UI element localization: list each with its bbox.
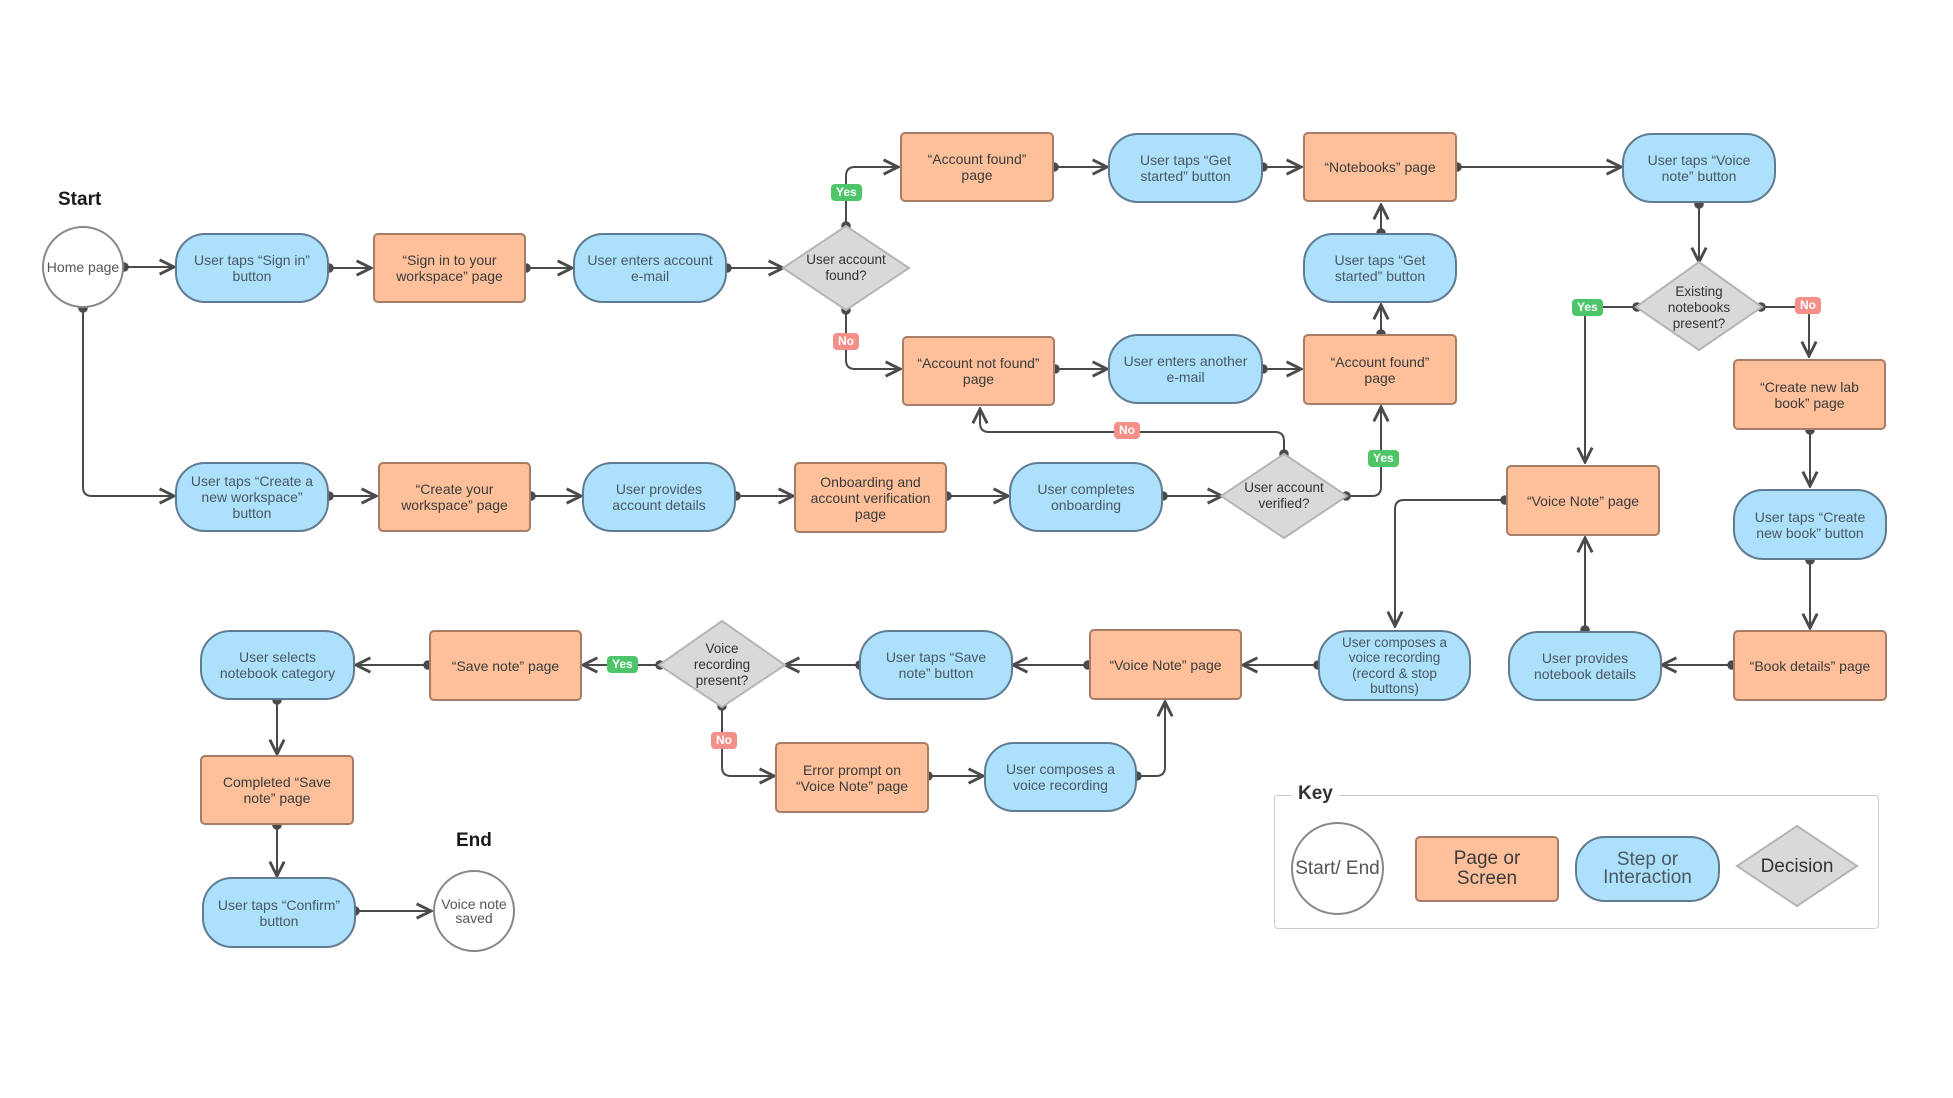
tap-save-note-step[interactable]: User taps “Save note” button (859, 630, 1013, 700)
key-start-end: Start/ End (1291, 822, 1384, 915)
select-category-step[interactable]: User selects notebook category (200, 630, 355, 700)
tap-sign-in-step[interactable]: User taps “Sign in” button (175, 233, 329, 303)
connector (1761, 307, 1809, 356)
no-badge: No (833, 333, 859, 350)
enter-email-step[interactable]: User enters account e-mail (573, 233, 727, 303)
completed-save-note-page[interactable]: Completed “Save note” page (200, 755, 354, 825)
get-started-step-top[interactable]: User taps “Get started” button (1108, 133, 1263, 203)
enter-another-email-step[interactable]: User enters another e-mail (1108, 334, 1263, 404)
yes-badge: Yes (1368, 450, 1399, 467)
account-not-found-page[interactable]: “Account not found” page (902, 336, 1055, 406)
voice-note-page-bottom[interactable]: “Voice Note” page (1089, 629, 1242, 700)
end-label: End (456, 830, 492, 851)
save-note-page[interactable]: “Save note” page (429, 630, 582, 701)
onboarding-verification-page[interactable]: Onboarding and account verification page (794, 462, 947, 533)
voice-note-saved-node[interactable]: Voice note saved (433, 870, 515, 952)
key-step-interaction: Step or Interaction (1575, 836, 1720, 902)
home-page-node[interactable]: Home page (42, 226, 124, 308)
provide-account-details-step[interactable]: User provides account details (582, 462, 736, 532)
no-badge: No (1114, 422, 1140, 439)
decision-verified-label[interactable]: User account verified? (1232, 476, 1336, 516)
connector (1137, 702, 1165, 776)
connector (1585, 307, 1637, 462)
tap-create-book-step[interactable]: User taps “Create new book” button (1733, 489, 1887, 560)
start-label: Start (58, 189, 102, 210)
decision-voice-present-label[interactable]: Voice recording present? (676, 640, 768, 690)
compose-record-stop-step[interactable]: User composes a voice recording (record … (1318, 630, 1471, 701)
voice-note-page-right[interactable]: “Voice Note” page (1506, 465, 1660, 536)
account-found-page-mid[interactable]: “Account found” page (1303, 334, 1457, 405)
error-prompt-page[interactable]: Error prompt on “Voice Note” page (775, 742, 929, 813)
no-badge: No (1795, 297, 1821, 314)
connector (83, 308, 174, 496)
key-title: Key (1292, 783, 1339, 805)
book-details-page[interactable]: “Book details” page (1733, 630, 1887, 701)
complete-onboarding-step[interactable]: User completes onboarding (1009, 462, 1163, 532)
sign-in-page[interactable]: “Sign in to your workspace” page (373, 233, 526, 303)
decision-existing-notebooks-label[interactable]: Existing notebooks present? (1654, 283, 1744, 333)
key-page-screen: Page or Screen (1415, 836, 1559, 902)
account-found-page-top[interactable]: “Account found” page (900, 132, 1054, 202)
tap-voice-note-step[interactable]: User taps “Voice note” button (1622, 133, 1776, 203)
decision-account-found-label[interactable]: User account found? (796, 248, 896, 288)
create-workspace-page[interactable]: “Create your workspace” page (378, 462, 531, 532)
yes-badge: Yes (1572, 299, 1603, 316)
yes-badge: Yes (831, 184, 862, 201)
notebooks-page[interactable]: “Notebooks” page (1303, 132, 1457, 202)
tap-create-workspace-step[interactable]: User taps “Create a new workspace” butto… (175, 462, 329, 532)
tap-confirm-step[interactable]: User taps “Confirm” button (202, 877, 356, 948)
connector (1395, 500, 1505, 626)
provide-notebook-details-step[interactable]: User provides notebook details (1508, 631, 1662, 701)
key-decision: Decision (1760, 856, 1834, 877)
create-lab-book-page[interactable]: “Create new lab book” page (1733, 359, 1886, 430)
yes-badge: Yes (607, 656, 638, 673)
compose-recording-step[interactable]: User composes a voice recording (984, 742, 1137, 812)
get-started-step-mid[interactable]: User taps “Get started” button (1303, 233, 1457, 303)
no-badge: No (711, 732, 737, 749)
